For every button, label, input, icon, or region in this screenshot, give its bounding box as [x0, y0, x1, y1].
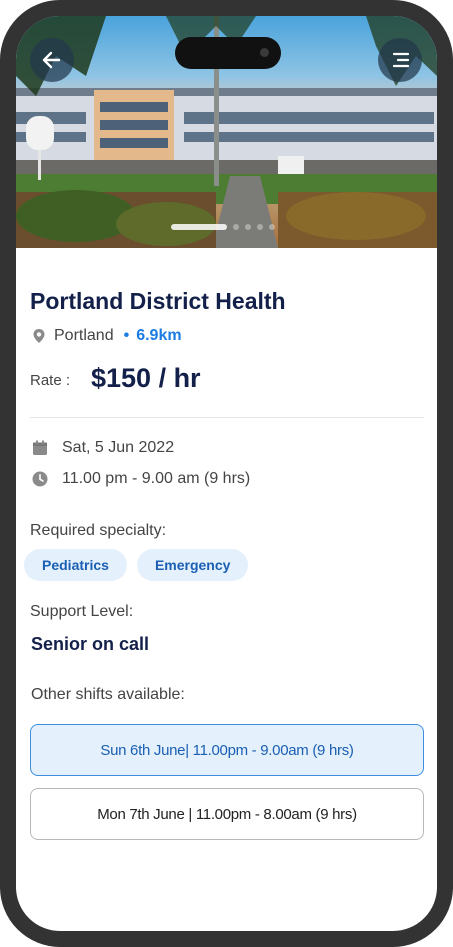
shift-option-selected[interactable]: Sun 6th June| 11.00pm - 9.00am (9 hrs) — [30, 724, 424, 776]
other-shifts-label: Other shifts available: — [31, 686, 185, 703]
phone-frame: Portland District Health Portland 6.9km … — [0, 0, 453, 947]
shift-time: 11.00 pm - 9.00 am (9 hrs) — [62, 470, 251, 487]
specialty-chip-emergency: Emergency — [136, 549, 249, 581]
time-row: 11.00 pm - 9.00 am (9 hrs) — [32, 470, 250, 488]
back-button[interactable] — [30, 38, 74, 82]
calendar-icon — [33, 440, 47, 455]
carousel-indicator[interactable] — [171, 224, 275, 230]
carousel-dot[interactable] — [257, 224, 263, 230]
date-row: Sat, 5 Jun 2022 — [32, 439, 174, 457]
camera-dot — [260, 48, 269, 57]
shift-option[interactable]: Mon 7th June | 11.00pm - 8.00am (9 hrs) — [30, 788, 424, 840]
arrow-left-icon — [42, 51, 61, 69]
map-pin-icon — [33, 329, 45, 343]
support-level-label: Support Level: — [30, 603, 134, 620]
location-text: Portland — [54, 327, 114, 344]
menu-button[interactable] — [378, 38, 422, 82]
shift-date: Sat, 5 Jun 2022 — [62, 439, 175, 456]
clock-icon — [32, 471, 48, 487]
hospital-photo — [16, 16, 437, 248]
specialty-chips: Pediatrics Emergency — [24, 549, 249, 581]
specialty-label: Required specialty: — [30, 522, 167, 539]
facility-name: Portland District Health — [30, 288, 286, 314]
carousel-dot-active[interactable] — [171, 224, 227, 230]
rate-label: Rate : — [30, 372, 71, 389]
rate-value: $150 / hr — [91, 363, 201, 393]
divider — [30, 417, 424, 418]
specialty-chip-pediatrics: Pediatrics — [24, 549, 127, 581]
carousel-dot[interactable] — [233, 224, 239, 230]
distance-text: 6.9km — [124, 327, 181, 345]
menu-icon — [392, 52, 410, 68]
carousel-dot[interactable] — [269, 224, 275, 230]
support-level-value: Senior on call — [31, 634, 150, 654]
location-row: Portland 6.9km — [32, 327, 182, 345]
dynamic-island — [175, 37, 281, 69]
carousel-dot[interactable] — [245, 224, 251, 230]
